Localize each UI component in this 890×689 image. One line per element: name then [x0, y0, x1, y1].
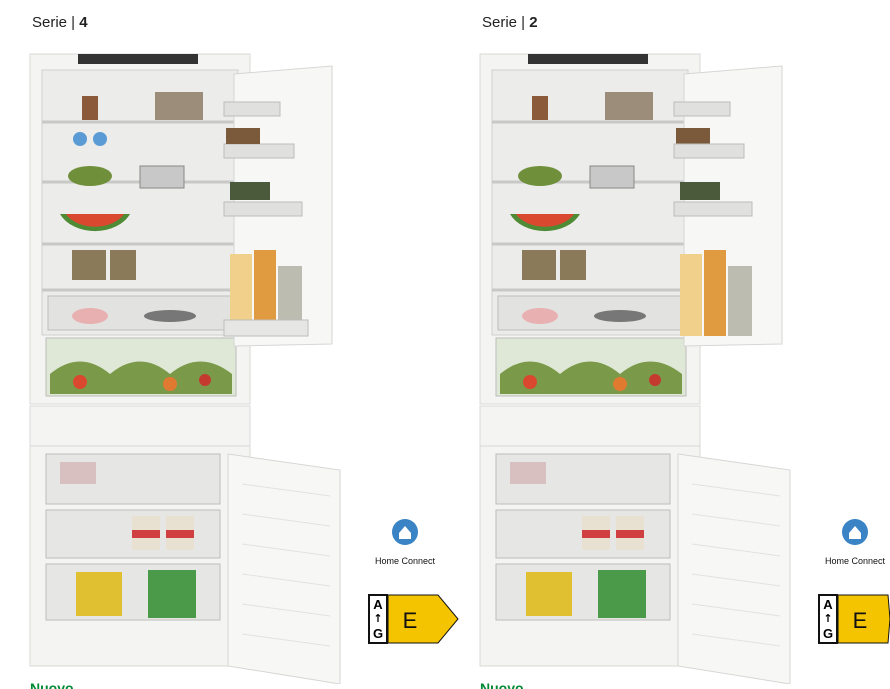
series-label: Serie |: [32, 14, 80, 31]
series-number: 4: [79, 14, 88, 31]
new-badge: Nuovo: [30, 680, 74, 689]
home-connect[interactable]: Home Connect: [818, 516, 890, 566]
energy-class: E: [853, 608, 868, 633]
energy-scale-top: A: [823, 597, 833, 612]
energy-scale-top: A: [373, 597, 383, 612]
fridge-image[interactable]: [470, 44, 800, 684]
home-connect[interactable]: Home Connect: [368, 516, 442, 566]
series-label: Serie |: [482, 14, 530, 31]
home-connect-label: Home Connect: [824, 556, 886, 566]
home-connect-icon: [842, 519, 868, 545]
fridge-image[interactable]: [20, 44, 350, 684]
energy-class: E: [403, 608, 418, 633]
series-heading: Serie | 4: [32, 14, 88, 31]
product-card-serie-4[interactable]: Serie | 4 Home Connect A ↑ G E Nuovo: [0, 0, 459, 689]
product-card-serie-2[interactable]: Serie | 2 Home Connect A ↑ G E Nuovo: [450, 0, 890, 689]
energy-scale-bottom: G: [373, 626, 383, 641]
series-number: 2: [529, 14, 538, 31]
series-heading: Serie | 2: [482, 14, 538, 31]
home-connect-icon: [392, 519, 418, 545]
home-connect-label: Home Connect: [374, 556, 436, 566]
energy-label[interactable]: A ↑ G E: [818, 594, 890, 644]
energy-label[interactable]: A ↑ G E: [368, 594, 460, 644]
energy-scale-arrow: ↑: [823, 612, 832, 625]
energy-scale-bottom: G: [823, 626, 833, 641]
new-badge: Nuovo: [480, 680, 524, 689]
energy-scale-arrow: ↑: [373, 612, 382, 625]
